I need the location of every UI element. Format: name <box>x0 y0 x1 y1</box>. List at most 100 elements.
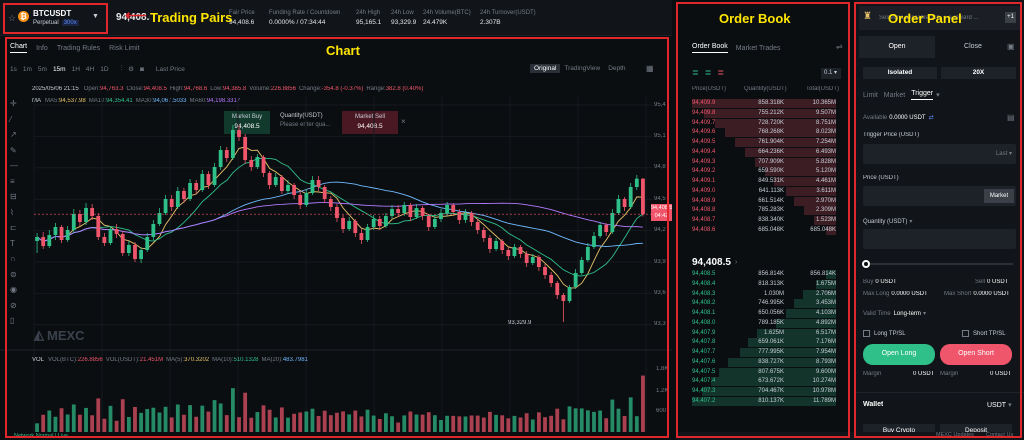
tab-order-book[interactable]: Order Book <box>692 43 728 53</box>
ask-row[interactable]: 94,409.2 659.590K 5.120M <box>692 167 836 177</box>
expand-icon[interactable]: +1 <box>1005 12 1016 23</box>
ask-row[interactable]: 94,408.7 838.340K 1.523M <box>692 216 836 225</box>
candle-body <box>78 214 82 222</box>
ask-row[interactable]: 94,409.3 707.909K 5.828M <box>692 157 836 167</box>
quantity-slider[interactable] <box>862 260 1013 268</box>
market-price-button[interactable]: Market <box>984 189 1014 203</box>
bid-row[interactable]: 94,407.8 659.061K 7.176M <box>692 338 836 348</box>
transfer-icon[interactable]: ⇄ <box>929 114 934 121</box>
volume-bar <box>298 412 303 432</box>
asks-only-icon[interactable]: ≣ <box>717 68 724 77</box>
short-tpsl-checkbox[interactable]: Short TP/SL <box>962 330 1006 337</box>
candle-body <box>347 221 352 229</box>
price-input[interactable]: Market <box>863 186 1016 206</box>
divider <box>855 392 1024 393</box>
candle-body <box>298 195 303 205</box>
ask-row[interactable]: 94,409.7 728.720K 8.751M <box>692 118 836 128</box>
price-cell: 94,408.3 <box>692 290 716 297</box>
quantity-cell: 1.625M <box>763 329 784 336</box>
calculator-icon[interactable]: ▤ <box>1007 113 1015 122</box>
volume-bar <box>426 412 431 432</box>
candle-body <box>592 236 596 247</box>
price-cell: 94,408.2 <box>692 300 716 307</box>
candle-body <box>353 221 358 233</box>
bid-row[interactable]: 94,408.3 1.030M 2.706M <box>692 289 836 299</box>
bid-row[interactable]: 94,407.2 810.137K 11.789M <box>692 396 836 406</box>
volume-bar <box>592 411 596 432</box>
candle-body <box>402 205 407 213</box>
order-type-limit[interactable]: Limit <box>863 92 878 99</box>
margin-mode-button[interactable]: Isolated <box>863 67 937 79</box>
quantity-cell: 818.313K <box>758 280 784 287</box>
bid-row[interactable]: 94,408.5 856.814K 856.814K <box>692 270 836 279</box>
candle-body <box>567 287 572 301</box>
bid-row[interactable]: 94,408.1 650.056K 4.103M <box>692 309 836 318</box>
long-tpsl-checkbox[interactable]: Long TP/SL <box>863 330 906 337</box>
contact-us-link[interactable]: Contact Us <box>986 432 1013 438</box>
chevron-down-icon[interactable]: ▼ <box>92 13 99 20</box>
ask-row[interactable]: 94,409.1 849.531K 4.461M <box>692 177 836 186</box>
open-long-button[interactable]: Open Long <box>863 344 935 365</box>
candle-body <box>579 260 584 273</box>
pair-selector[interactable]: BTCUSDT Perpetual 300x <box>33 9 79 26</box>
ask-row[interactable]: 94,409.9 858.318K 10.365M <box>692 99 836 108</box>
mexc-updates-link[interactable]: MEXC Updates <box>936 432 974 438</box>
bid-row[interactable]: 94,407.4 673.672K 10.274M <box>692 377 836 387</box>
quantity-cell: 728.720K <box>758 119 784 126</box>
open-short-button[interactable]: Open Short <box>940 344 1012 365</box>
tab-market-trades[interactable]: Market Trades <box>736 45 781 52</box>
quantity-cell: 755.212K <box>758 109 784 116</box>
bid-row[interactable]: 94,407.7 777.995K 7.954M <box>692 348 836 357</box>
ask-row[interactable]: 94,409.6 768.268K 8.023M <box>692 128 836 138</box>
ask-row[interactable]: 94,408.8 785.283K 2.309M <box>692 206 836 216</box>
chevron-down-icon[interactable]: ▾ <box>909 218 912 225</box>
candle-body <box>555 283 560 295</box>
ask-row[interactable]: 94,408.9 661.514K 2.970M <box>692 196 836 206</box>
trigger-price-input[interactable]: Last ▾ <box>863 144 1016 164</box>
bid-row[interactable]: 94,408.2 746.995K 3.453M <box>692 299 836 309</box>
chevron-down-icon[interactable]: ▾ <box>936 91 940 99</box>
bid-row[interactable]: 94,408.0 789.185K 4.892M <box>692 318 836 328</box>
valid-time[interactable]: Valid Time Long-term ▾ <box>863 310 926 318</box>
settings-icon[interactable]: ⇌ <box>836 42 843 51</box>
trigger-source-select[interactable]: Last ▾ <box>996 150 1012 157</box>
tab-open[interactable]: Open <box>859 36 935 58</box>
candle-body <box>488 238 492 249</box>
order-type-trigger[interactable]: Trigger <box>911 90 934 100</box>
ask-row[interactable]: 94,409.5 761.904K 7.254M <box>692 138 836 147</box>
chevron-right-icon[interactable]: › <box>735 259 737 266</box>
ask-row[interactable]: 94,409.8 755.212K 9.507M <box>692 108 836 118</box>
slider-handle[interactable] <box>862 260 870 268</box>
tab-close[interactable]: Close <box>935 36 1011 58</box>
ask-row[interactable]: 94,409.4 664.236K 6.493M <box>692 147 836 157</box>
volume-bar <box>555 408 560 432</box>
candle-body <box>451 205 456 212</box>
wallet-currency-select[interactable]: USDT ▾ <box>987 401 1012 410</box>
ask-row[interactable]: 94,409.0 641.113K 3.611M <box>692 186 836 196</box>
price-tick: 95,4 <box>654 102 666 108</box>
precision-select[interactable]: 0.1 ▾ <box>821 68 841 79</box>
price-cell: 94,407.3 <box>692 388 716 394</box>
leverage-badge: 300x <box>61 20 79 26</box>
volume-bar <box>506 418 511 432</box>
volume-bar <box>561 419 566 432</box>
quantity-input[interactable] <box>863 229 1016 249</box>
bids-only-icon[interactable]: ≣ <box>705 68 712 77</box>
order-type-market[interactable]: Market <box>884 92 905 99</box>
ask-row[interactable]: 94,408.6 685.048K 685.048K <box>692 225 836 235</box>
wallet-label: Wallet <box>863 401 884 408</box>
quantity-cell: 807.675K <box>758 368 784 375</box>
leverage-button[interactable]: 20X <box>941 67 1016 79</box>
total-cell: 3.453M <box>815 300 836 307</box>
bid-row[interactable]: 94,407.3 704.467K 10.978M <box>692 387 836 396</box>
star-icon[interactable]: ☆ <box>8 13 16 24</box>
bid-row[interactable]: 94,408.4 818.313K 1.675M <box>692 279 836 289</box>
annotation-order-book: Order Book <box>719 11 791 26</box>
bid-row[interactable]: 94,407.5 807.675K 9.600M <box>692 367 836 377</box>
candle-body <box>224 150 229 158</box>
bid-row[interactable]: 94,407.6 838.727K 8.793M <box>692 357 836 367</box>
both-sides-icon[interactable]: ≣ <box>692 68 699 77</box>
calculator-icon[interactable]: ▣ <box>1007 42 1015 51</box>
candle-body <box>218 150 223 167</box>
bid-row[interactable]: 94,407.9 1.625M 6.517M <box>692 328 836 338</box>
